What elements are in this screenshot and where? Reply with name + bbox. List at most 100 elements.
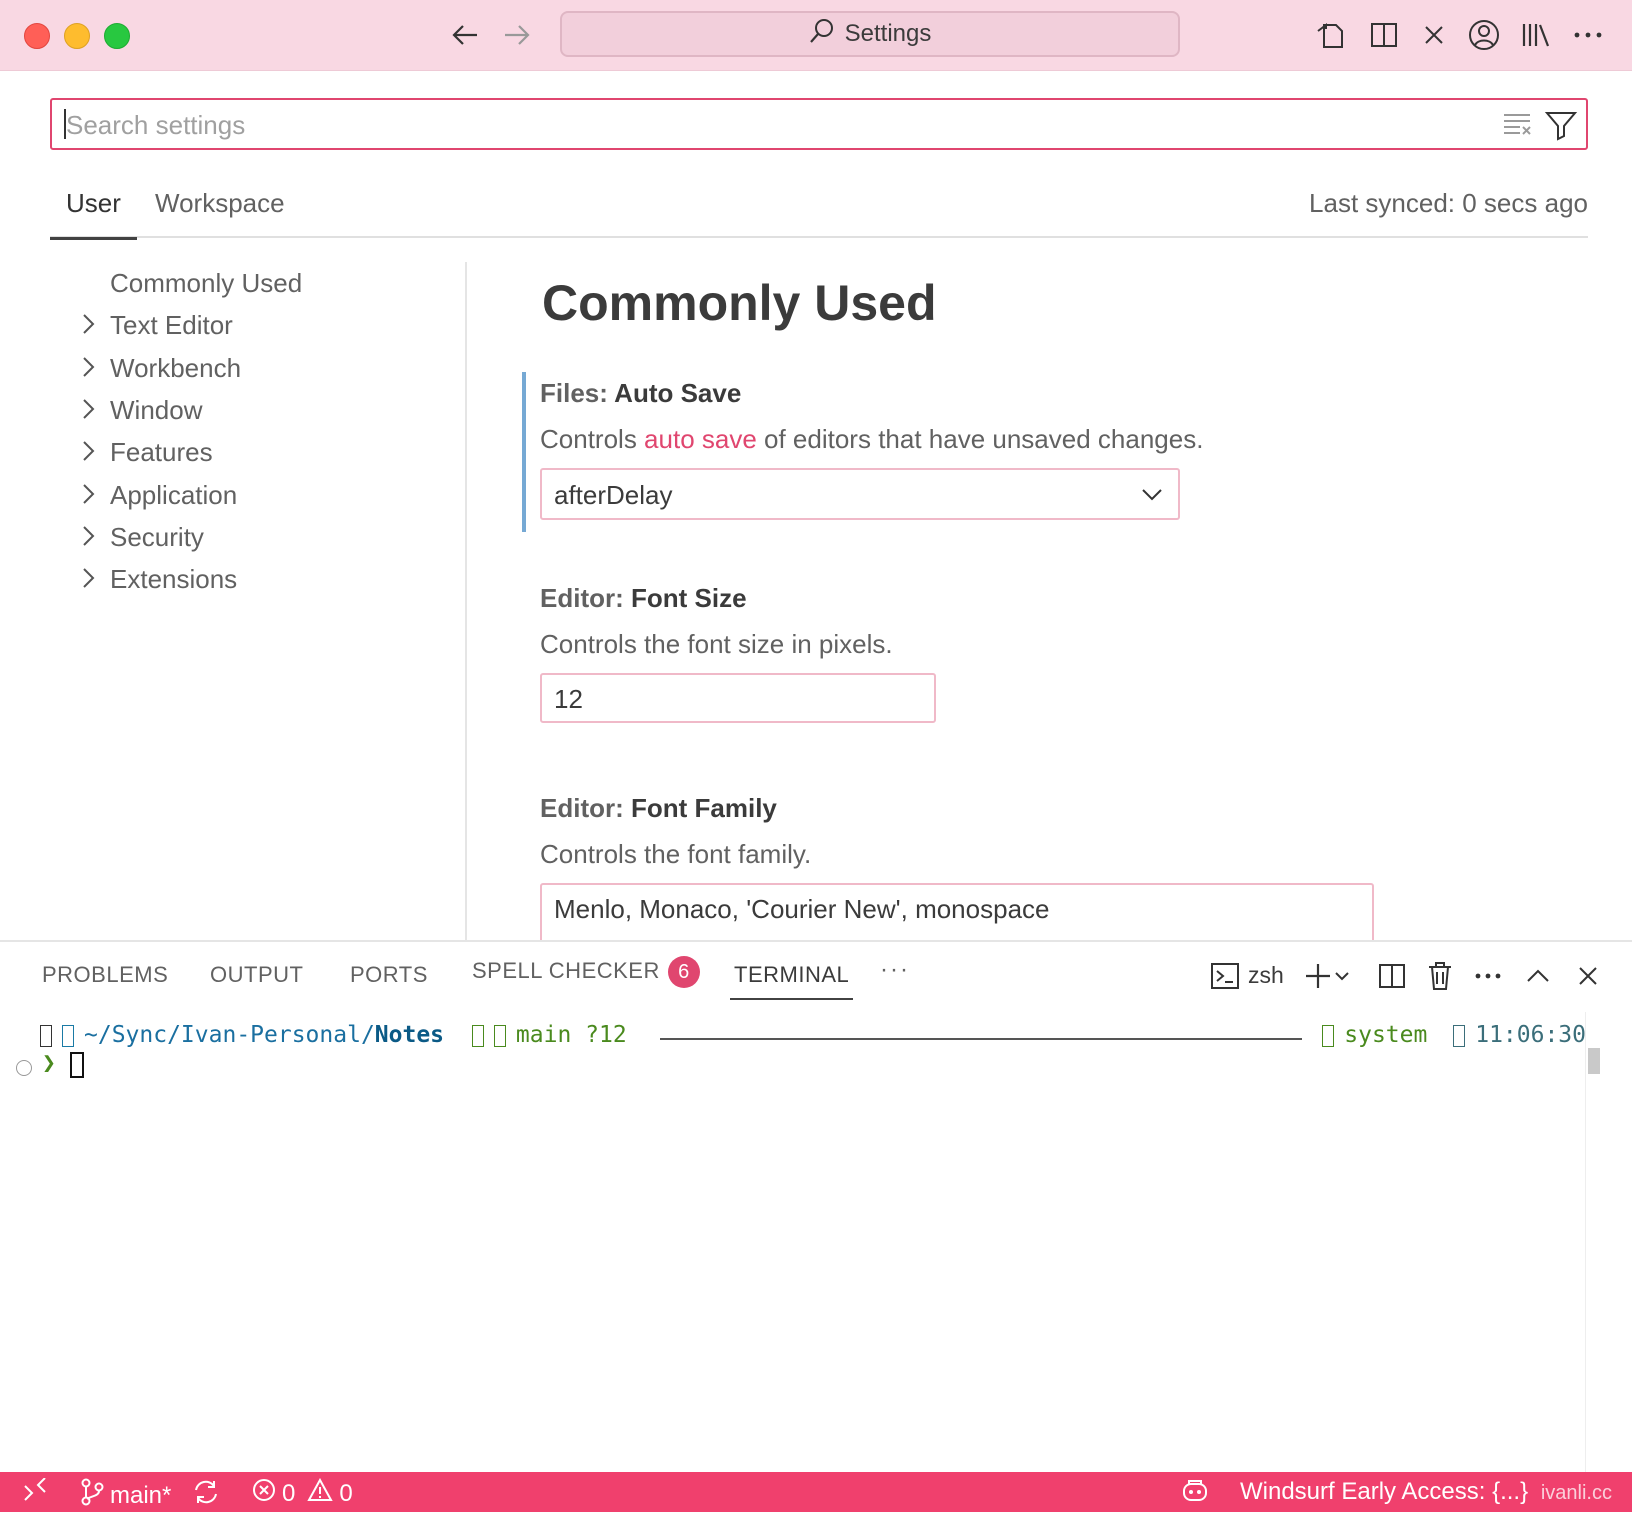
problems-status-item[interactable]: 0 0 bbox=[252, 1477, 353, 1509]
clear-filter-icon[interactable] bbox=[1502, 110, 1534, 138]
sync-icon[interactable] bbox=[192, 1478, 220, 1506]
warning-count: 0 bbox=[339, 1479, 353, 1507]
terminal-scrollbar-thumb[interactable] bbox=[1588, 1048, 1600, 1074]
title-bar: Settings bbox=[0, 0, 1632, 71]
command-center-label: Settings bbox=[844, 20, 932, 47]
toc-item-commonly-used[interactable]: Commonly Used bbox=[50, 262, 450, 302]
toc-item-workbench[interactable]: Workbench bbox=[50, 347, 450, 387]
chevron-right-icon bbox=[80, 566, 96, 590]
maximize-panel-icon[interactable] bbox=[1520, 958, 1556, 994]
terminal-shell-label[interactable]: zsh bbox=[1248, 962, 1284, 989]
prompt-symbol: ❯ bbox=[42, 1050, 56, 1076]
search-placeholder: Search settings bbox=[66, 110, 246, 140]
last-synced-label: Last synced: 0 secs ago bbox=[1309, 188, 1588, 218]
toc-item-application[interactable]: Application bbox=[50, 474, 450, 514]
tab-problems[interactable]: PROBLEMS bbox=[42, 962, 168, 988]
chevron-right-icon bbox=[80, 397, 96, 421]
description-text: of editors that have unsaved changes. bbox=[756, 424, 1204, 454]
chevron-down-icon bbox=[1140, 482, 1164, 506]
chevron-right-icon bbox=[80, 312, 96, 336]
toc-item-label: Text Editor bbox=[110, 310, 233, 340]
open-settings-json-icon[interactable] bbox=[1314, 17, 1350, 53]
toc-item-extensions[interactable]: Extensions bbox=[50, 558, 450, 598]
cwd-path: ~/Sync/Ivan-Personal/Notes bbox=[84, 1022, 444, 1048]
git-branch-icon bbox=[493, 1024, 506, 1047]
toc-item-label: Workbench bbox=[110, 353, 242, 383]
status-bar: main* 0 0 Windsurf Early Access: {...} i… bbox=[0, 1472, 1632, 1512]
git-branch-status-item[interactable]: main* bbox=[80, 1478, 171, 1513]
prompt-filler-line bbox=[660, 1038, 1302, 1040]
command-decoration-icon[interactable] bbox=[16, 1060, 32, 1076]
forward-arrow-icon[interactable] bbox=[500, 20, 534, 50]
setting-key: Font Family bbox=[631, 793, 777, 823]
setting-description: Controls auto save of editors that have … bbox=[540, 424, 1203, 455]
toc-item-label: Commonly Used bbox=[110, 268, 303, 298]
minimize-window-button[interactable] bbox=[64, 23, 90, 49]
clock-icon bbox=[1453, 1024, 1466, 1047]
tab-terminal[interactable]: TERMINAL bbox=[729, 962, 854, 1000]
close-editor-icon[interactable] bbox=[1416, 17, 1452, 53]
tab-spell-checker[interactable]: SPELL CHECKER 6 bbox=[472, 956, 700, 988]
settings-scope-tabs: User Workspace Last synced: 0 secs ago bbox=[50, 180, 1588, 240]
prompt-line: ~/Sync/Ivan-Personal/Notes main ?12 bbox=[40, 1022, 627, 1048]
zoom-window-button[interactable] bbox=[104, 23, 130, 49]
setting-title: Editor: Font Family bbox=[540, 793, 777, 824]
folder-icon bbox=[62, 1024, 74, 1047]
tab-ports[interactable]: PORTS bbox=[350, 962, 428, 988]
copilot-icon[interactable] bbox=[1180, 1478, 1210, 1504]
trash-icon[interactable] bbox=[1422, 958, 1458, 994]
toc-item-label: Extensions bbox=[110, 564, 238, 594]
setting-key: Font Size bbox=[631, 583, 747, 613]
section-title: Commonly Used bbox=[542, 275, 937, 331]
terminal-output[interactable]: ~/Sync/Ivan-Personal/Notes main ?12 syst… bbox=[0, 1012, 1610, 1472]
windsurf-status-item[interactable]: Windsurf Early Access: {...} bbox=[1240, 1478, 1528, 1506]
description-text: Controls bbox=[540, 424, 645, 454]
font-family-input[interactable]: Menlo, Monaco, 'Courier New', monospace bbox=[540, 883, 1374, 940]
search-settings-input[interactable]: Search settings bbox=[50, 98, 1588, 150]
auto-save-link[interactable]: auto save bbox=[644, 424, 757, 454]
tab-label: SPELL CHECKER bbox=[472, 957, 660, 983]
font-size-input[interactable]: 12 bbox=[540, 673, 936, 723]
close-panel-icon[interactable] bbox=[1570, 958, 1606, 994]
terminal-cursor bbox=[70, 1052, 84, 1078]
filter-icon[interactable] bbox=[1544, 108, 1578, 142]
git-branch-status: main ?12 bbox=[515, 1022, 627, 1048]
setting-files-auto-save: Files: Auto Save Controls auto save of e… bbox=[520, 372, 1580, 532]
split-terminal-icon[interactable] bbox=[1374, 958, 1410, 994]
split-editor-icon[interactable] bbox=[1366, 17, 1402, 53]
input-value: 12 bbox=[554, 684, 583, 714]
path-prefix: ~/Sync/Ivan-Personal/ bbox=[84, 1022, 375, 1048]
toc-item-text-editor[interactable]: Text Editor bbox=[50, 304, 450, 344]
command-center[interactable]: Settings bbox=[560, 11, 1180, 57]
watermark-text: ivanli.cc bbox=[1540, 1482, 1612, 1504]
tab-workspace[interactable]: Workspace bbox=[155, 188, 285, 234]
toc-item-label: Security bbox=[110, 522, 204, 552]
library-icon[interactable] bbox=[1518, 17, 1554, 53]
auto-save-select[interactable]: afterDelay bbox=[540, 468, 1180, 520]
more-tabs-icon[interactable]: ··· bbox=[880, 956, 910, 984]
toc-item-features[interactable]: Features bbox=[50, 431, 450, 471]
terminal-scrollbar-track[interactable] bbox=[1585, 1012, 1610, 1472]
prompt-right-segment: system 11:06:30 bbox=[1322, 1022, 1586, 1048]
remote-indicator-icon[interactable] bbox=[22, 1478, 48, 1504]
setting-editor-font-size: Editor: Font Size Controls the font size… bbox=[520, 577, 1580, 727]
setting-key: Auto Save bbox=[614, 378, 742, 408]
branch-name: main* bbox=[110, 1481, 172, 1509]
toc-item-label: Application bbox=[110, 480, 238, 510]
prompt-time: 11:06:30 bbox=[1475, 1022, 1586, 1048]
chevron-down-icon[interactable] bbox=[1330, 958, 1354, 994]
more-actions-icon[interactable] bbox=[1570, 17, 1606, 53]
tab-output[interactable]: OUTPUT bbox=[210, 962, 303, 988]
back-arrow-icon[interactable] bbox=[448, 20, 482, 50]
account-icon[interactable] bbox=[1466, 17, 1502, 53]
tab-user[interactable]: User bbox=[50, 188, 137, 240]
setting-category: Files: bbox=[540, 378, 615, 408]
close-window-button[interactable] bbox=[24, 23, 50, 49]
toc-item-security[interactable]: Security bbox=[50, 516, 450, 556]
chevron-right-icon bbox=[80, 482, 96, 506]
settings-list: Commonly Used Files: Auto Save Controls … bbox=[520, 262, 1600, 940]
more-actions-icon[interactable] bbox=[1470, 958, 1506, 994]
chevron-right-icon bbox=[80, 439, 96, 463]
os-icon bbox=[40, 1024, 52, 1047]
toc-item-window[interactable]: Window bbox=[50, 389, 450, 429]
